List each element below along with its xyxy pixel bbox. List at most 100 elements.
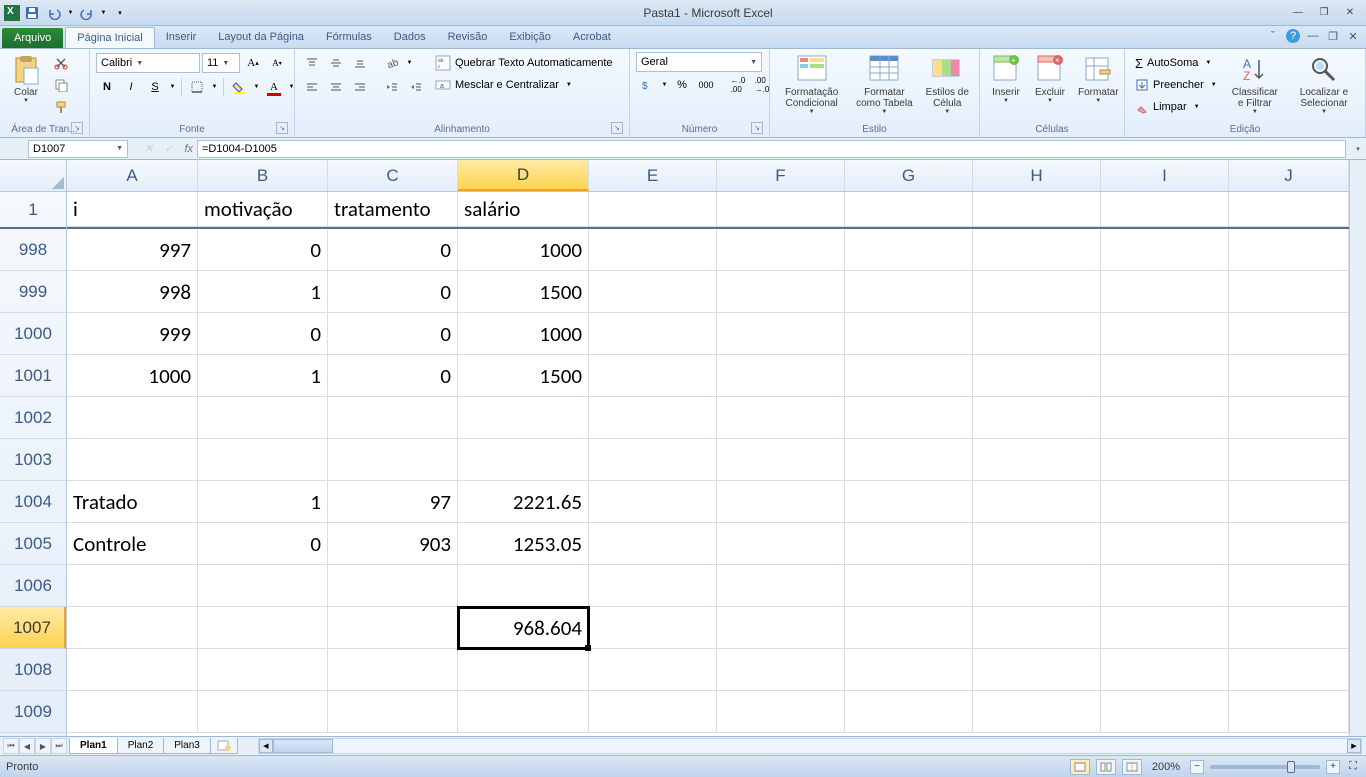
tab-f-rmulas[interactable]: Fórmulas (315, 27, 383, 48)
cell[interactable] (1229, 523, 1349, 565)
cell[interactable] (1229, 397, 1349, 439)
orientation-dropdown[interactable]: ▼ (405, 52, 414, 74)
cell[interactable] (1101, 355, 1229, 397)
cell[interactable] (458, 565, 589, 607)
column-header[interactable]: J (1229, 160, 1349, 191)
column-header[interactable]: G (845, 160, 973, 191)
conditional-formatting-button[interactable]: Formatação Condicional▼ (776, 52, 847, 117)
undo-dropdown[interactable]: ▼ (66, 3, 75, 23)
cell[interactable] (1101, 229, 1229, 271)
cell[interactable] (1101, 649, 1229, 691)
wrap-text-button[interactable]: abcQuebrar Texto Automaticamente (431, 52, 617, 74)
cell[interactable] (973, 481, 1101, 523)
border-button[interactable] (186, 76, 208, 98)
cell[interactable] (845, 397, 973, 439)
cell[interactable] (717, 397, 845, 439)
cell[interactable] (198, 397, 328, 439)
restore-button[interactable]: ❐ (1312, 5, 1336, 21)
row-header[interactable]: 1007 (0, 607, 66, 649)
format-painter-button[interactable] (50, 96, 72, 118)
cell[interactable] (198, 649, 328, 691)
increase-decimal-button[interactable]: ←.0.00 (727, 74, 749, 96)
clipboard-dialog-launcher[interactable]: ↘ (71, 122, 83, 134)
cell[interactable] (67, 397, 198, 439)
cell[interactable]: Controle (67, 523, 198, 565)
cell[interactable] (973, 229, 1101, 271)
cell[interactable] (67, 607, 198, 649)
row-header[interactable]: 999 (0, 271, 66, 313)
cell[interactable] (845, 271, 973, 313)
undo-button[interactable] (44, 3, 64, 23)
cell[interactable]: 2221.65 (458, 481, 589, 523)
cells-area[interactable]: imotivaçãotratamentosalário9970010009981… (67, 192, 1349, 736)
cell[interactable] (1101, 313, 1229, 355)
row-header[interactable]: 1001 (0, 355, 66, 397)
cell[interactable] (67, 649, 198, 691)
cell-styles-button[interactable]: Estilos de Célula▼ (922, 52, 973, 117)
cell[interactable] (973, 607, 1101, 649)
sort-filter-button[interactable]: AZClassificar e Filtrar▼ (1225, 52, 1285, 117)
cell[interactable] (1101, 523, 1229, 565)
redo-dropdown[interactable]: ▼ (99, 3, 108, 23)
fullscreen-icon[interactable]: ⛶ (1346, 760, 1360, 773)
cell[interactable] (589, 229, 717, 271)
tab-exibi-o[interactable]: Exibição (498, 27, 562, 48)
cell[interactable] (845, 691, 973, 733)
row-header[interactable]: 1005 (0, 523, 66, 565)
zoom-out-button[interactable]: − (1190, 760, 1204, 774)
ribbon-minimize-icon[interactable]: ˇ (1266, 29, 1280, 43)
percent-button[interactable]: % (671, 74, 693, 96)
cell[interactable] (458, 649, 589, 691)
row-header[interactable]: 1008 (0, 649, 66, 691)
align-right-button[interactable] (349, 76, 371, 98)
hscroll-right[interactable]: ▶ (1347, 739, 1361, 753)
cell[interactable] (1229, 439, 1349, 481)
cell[interactable] (198, 439, 328, 481)
alignment-dialog-launcher[interactable]: ↘ (611, 122, 623, 134)
cell[interactable] (458, 691, 589, 733)
cell[interactable] (1229, 229, 1349, 271)
save-button[interactable] (22, 3, 42, 23)
column-header[interactable]: D (458, 160, 589, 191)
column-header[interactable]: F (717, 160, 845, 191)
paste-button[interactable]: Colar ▼ (6, 52, 46, 106)
clear-button[interactable]: Limpar▼ (1131, 96, 1221, 118)
cell[interactable]: 1000 (458, 229, 589, 271)
cell[interactable]: 1 (198, 481, 328, 523)
column-header[interactable]: H (973, 160, 1101, 191)
cell[interactable] (973, 271, 1101, 313)
name-box[interactable]: D1007▼ (28, 140, 128, 158)
cut-button[interactable] (50, 52, 72, 74)
cell[interactable]: 1500 (458, 355, 589, 397)
cell[interactable] (589, 439, 717, 481)
column-header[interactable]: B (198, 160, 328, 191)
sheet-tab[interactable]: Plan1 (69, 738, 118, 754)
cell[interactable] (198, 691, 328, 733)
delete-cells-button[interactable]: ×Excluir▼ (1030, 52, 1070, 106)
cell[interactable] (973, 649, 1101, 691)
font-name-combo[interactable]: Calibri▼ (96, 53, 200, 73)
cell[interactable]: 0 (328, 355, 458, 397)
accounting-dropdown[interactable]: ▼ (660, 74, 669, 96)
cell[interactable] (589, 481, 717, 523)
formula-input[interactable]: =D1004-D1005 (197, 140, 1346, 158)
cell[interactable] (1101, 271, 1229, 313)
comma-button[interactable]: 000 (695, 74, 717, 96)
font-size-combo[interactable]: 11▼ (202, 53, 240, 73)
cell[interactable] (328, 691, 458, 733)
cell[interactable] (845, 192, 973, 227)
fill-color-button[interactable] (228, 76, 250, 98)
cell[interactable] (845, 229, 973, 271)
cell[interactable]: 997 (67, 229, 198, 271)
cell[interactable] (1101, 607, 1229, 649)
hscroll-thumb[interactable] (273, 739, 333, 753)
format-cells-button[interactable]: Formatar▼ (1074, 52, 1123, 106)
cell[interactable] (1229, 481, 1349, 523)
cell[interactable]: 0 (328, 271, 458, 313)
cell[interactable]: Tratado (67, 481, 198, 523)
merge-center-button[interactable]: aMesclar e Centralizar▼ (431, 74, 617, 96)
tab-revis-o[interactable]: Revisão (437, 27, 499, 48)
row-header[interactable]: 1003 (0, 439, 66, 481)
cell[interactable] (717, 313, 845, 355)
qat-customize[interactable]: ▾ (110, 3, 130, 23)
